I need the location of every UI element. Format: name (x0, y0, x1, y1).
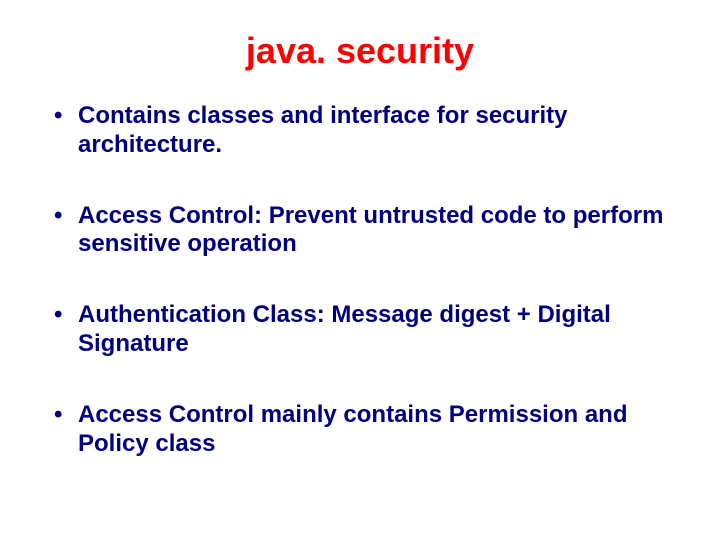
bullet-item: Access Control mainly contains Permissio… (50, 401, 670, 459)
bullet-item: Contains classes and interface for secur… (50, 102, 670, 160)
bullet-item: Access Control: Prevent untrusted code t… (50, 202, 670, 260)
bullet-list: Contains classes and interface for secur… (50, 102, 670, 458)
slide: java. security Contains classes and inte… (0, 0, 720, 540)
slide-title: java. security (50, 30, 670, 72)
bullet-item: Authentication Class: Message digest + D… (50, 301, 670, 359)
